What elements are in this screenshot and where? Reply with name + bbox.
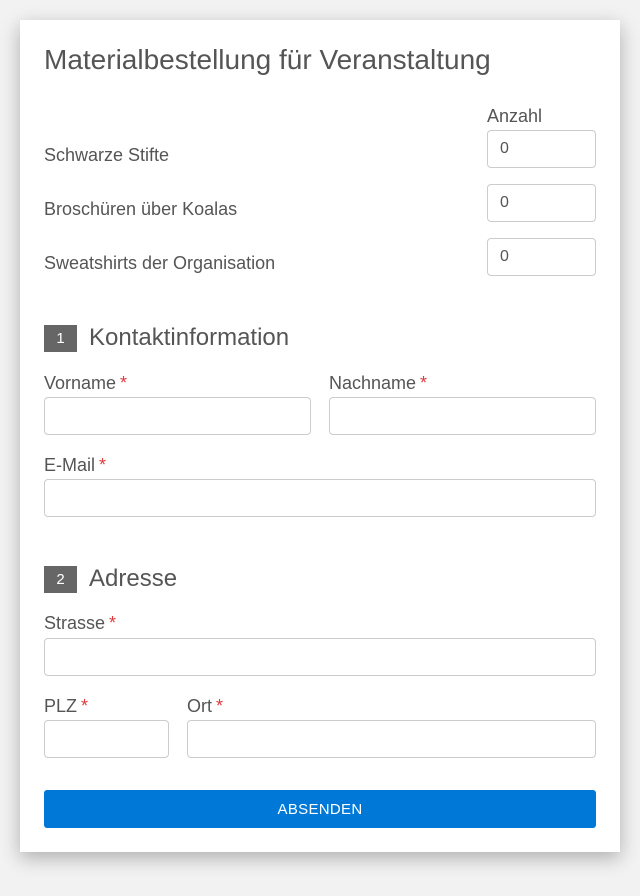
email-label: E-Mail * [44,455,107,475]
city-label: Ort * [187,696,224,716]
section-title-contact: Kontaktinformation [89,324,290,351]
street-label: Strasse * [44,613,117,633]
order-form-card: Materialbestellung für Veranstaltung Anz… [20,20,620,852]
section-title-address: Adresse [89,565,178,592]
item-label-pens: Schwarze Stifte [44,145,170,165]
required-marker: * [81,696,89,716]
last-name-label: Nachname * [329,373,428,393]
required-marker: * [120,373,128,393]
required-marker: * [216,696,224,716]
section-number-badge: 1 [44,324,77,352]
quantity-input-brochures[interactable] [487,184,596,222]
quantity-column-header: Anzahl [487,106,543,126]
section-header-address: 2 Adresse [44,565,177,593]
item-label-brochures: Broschüren über Koalas [44,199,238,219]
required-marker: * [109,613,117,633]
item-label-sweatshirts: Sweatshirts der Organisation [44,253,276,273]
required-marker: * [99,455,107,475]
form-title: Materialbestellung für Veranstaltung [44,44,491,75]
quantity-input-sweatshirts[interactable] [487,238,596,276]
street-input[interactable] [44,638,596,676]
section-header-contact: 1 Kontaktinformation [44,324,289,352]
submit-button[interactable]: ABSENDEN [44,790,596,828]
required-marker: * [420,373,428,393]
email-field[interactable] [44,479,596,517]
zip-label: PLZ * [44,696,89,716]
last-name-input[interactable] [329,397,596,435]
first-name-input[interactable] [44,397,311,435]
section-number-badge: 2 [44,565,77,593]
quantity-input-pens[interactable] [487,130,596,168]
first-name-label: Vorname * [44,373,128,393]
zip-input[interactable] [44,720,169,758]
city-input[interactable] [187,720,596,758]
